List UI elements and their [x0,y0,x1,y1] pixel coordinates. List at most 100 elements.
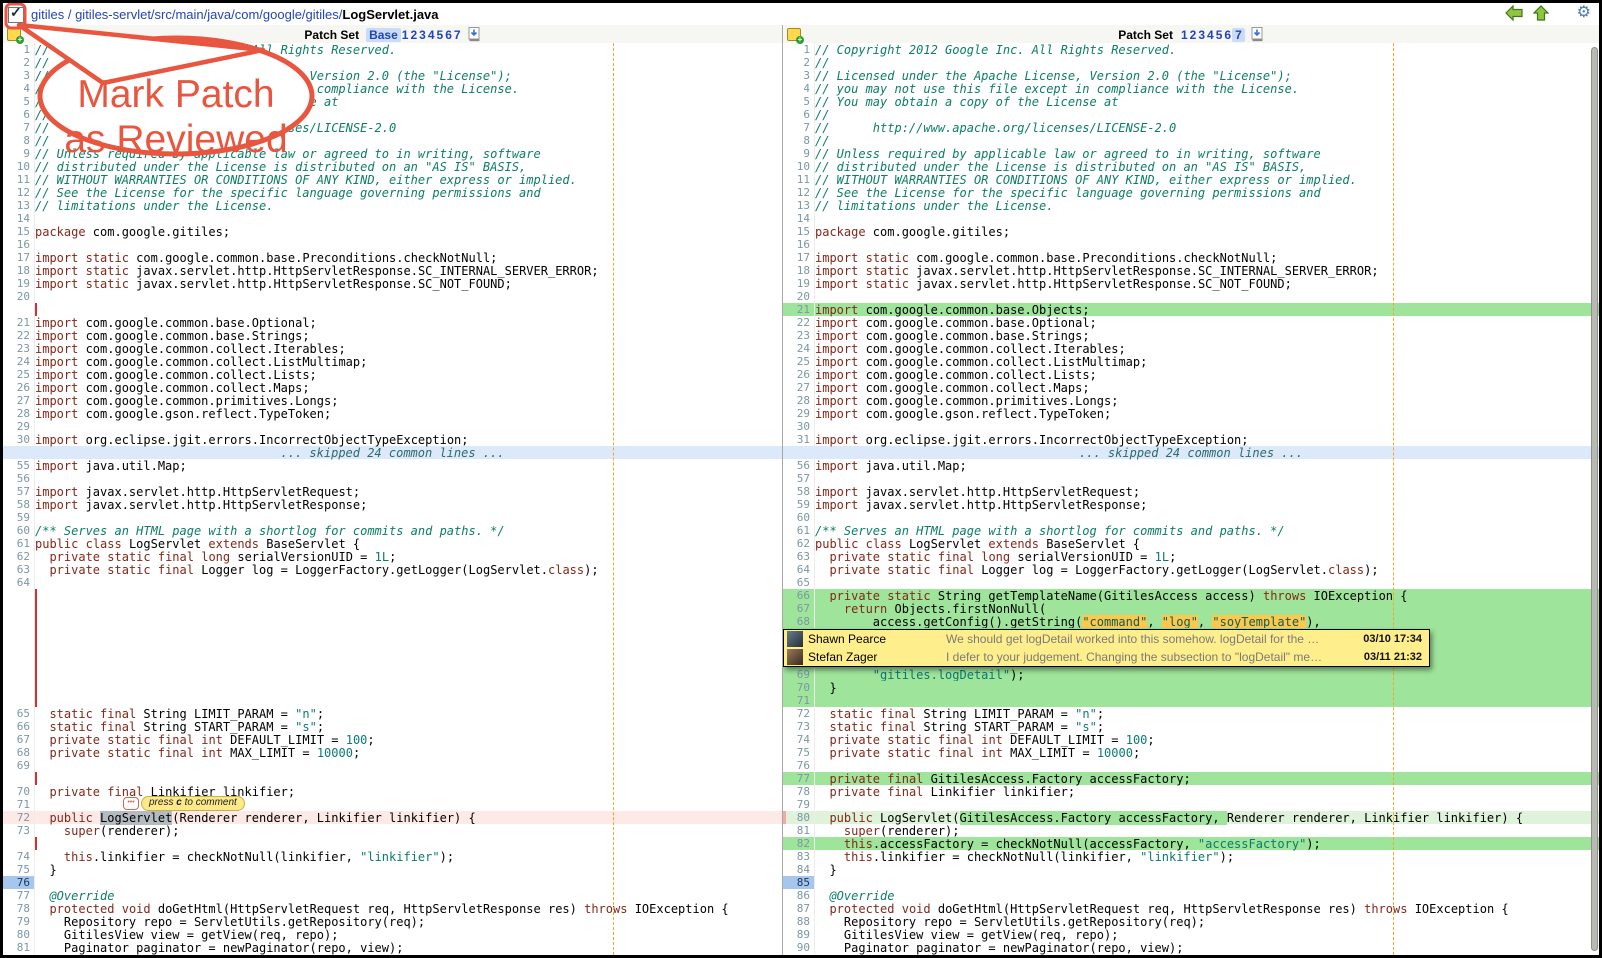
line-number[interactable]: 62 [783,537,815,550]
line-number[interactable]: 24 [783,342,815,355]
line-number[interactable]: 82 [783,837,815,850]
line-number[interactable]: 21 [3,316,35,329]
line-number[interactable]: 72 [3,811,35,824]
line-number[interactable]: 1 [3,43,35,56]
line-number[interactable]: 58 [783,485,815,498]
line-number[interactable]: 24 [3,355,35,368]
breadcrumb-path-link[interactable]: gitiles / gitiles-servlet/src/main/java/… [31,7,342,22]
line-number[interactable]: 7 [3,121,35,134]
patchset-link-3[interactable]: 3 [418,28,427,42]
line-number[interactable]: 26 [3,381,35,394]
add-file-comment-icon[interactable]: + [7,28,21,41]
line-number[interactable]: 28 [3,407,35,420]
line-number[interactable]: 62 [3,550,35,563]
line-number[interactable]: 11 [783,173,815,186]
line-number[interactable]: 11 [3,173,35,186]
line-number[interactable]: 59 [783,498,815,511]
line-number[interactable]: 67 [783,602,815,615]
line-number[interactable]: 56 [3,472,35,485]
line-number[interactable]: 65 [3,707,35,720]
patchset-link-2[interactable]: 2 [1189,28,1198,42]
scrollbar-thumb[interactable] [1591,47,1598,951]
line-number[interactable]: 5 [783,95,815,108]
line-number[interactable]: 8 [3,134,35,147]
line-number[interactable]: 69 [783,668,815,681]
line-number[interactable]: 67 [3,733,35,746]
up-to-change-arrow-icon[interactable] [1533,5,1549,21]
line-number[interactable]: 6 [783,108,815,121]
line-number[interactable]: 60 [3,524,35,537]
settings-gear-icon[interactable]: ⚙ [1577,5,1591,21]
line-number[interactable]: 83 [783,850,815,863]
skipped-lines-expander[interactable]: ... skipped 24 common lines ... [3,446,782,459]
line-number[interactable]: 55 [3,459,35,472]
line-number[interactable]: 78 [3,902,35,915]
line-number[interactable]: 13 [783,199,815,212]
line-number[interactable]: 73 [3,824,35,837]
line-number[interactable]: 4 [3,82,35,95]
line-number[interactable]: 80 [783,811,815,824]
line-number[interactable]: 28 [783,394,815,407]
line-number[interactable]: 16 [3,238,35,251]
line-number[interactable]: 81 [3,941,35,954]
comment-entry[interactable]: Shawn PearceWe should get logDetail work… [784,630,1429,648]
line-number[interactable]: 66 [783,589,815,602]
line-number[interactable]: 19 [3,277,35,290]
line-number[interactable]: 59 [3,511,35,524]
line-number[interactable]: 78 [783,785,815,798]
line-number[interactable]: 12 [3,186,35,199]
patchset-link-1[interactable]: 1 [1180,28,1189,42]
line-number[interactable]: 9 [3,147,35,160]
line-number[interactable]: 85 [783,876,815,889]
line-number[interactable]: 72 [783,707,815,720]
line-number[interactable]: 1 [783,43,815,56]
line-number[interactable]: 76 [783,759,815,772]
line-number[interactable]: 3 [3,69,35,82]
line-number[interactable]: 22 [3,329,35,342]
line-number[interactable]: 15 [783,225,815,238]
line-number[interactable]: 12 [783,186,815,199]
line-number[interactable]: 23 [3,342,35,355]
line-number[interactable]: 70 [783,681,815,694]
line-number[interactable]: 27 [3,394,35,407]
line-number[interactable]: 25 [3,368,35,381]
line-number[interactable]: 30 [783,420,815,433]
line-number[interactable]: 6 [3,108,35,121]
line-number[interactable]: 17 [783,251,815,264]
line-number[interactable]: 16 [783,238,815,251]
line-number[interactable]: 21 [783,303,815,316]
line-number[interactable]: 64 [783,563,815,576]
line-number[interactable]: 26 [783,368,815,381]
prev-file-arrow-icon[interactable] [1505,5,1523,21]
line-number[interactable]: 19 [783,277,815,290]
download-patch-icon[interactable] [1251,27,1264,42]
line-number[interactable]: 23 [783,329,815,342]
line-number[interactable]: 77 [3,889,35,902]
line-number[interactable]: 74 [783,733,815,746]
line-number[interactable]: 61 [783,524,815,537]
line-number[interactable]: 29 [3,420,35,433]
line-number[interactable]: 81 [783,824,815,837]
add-file-comment-icon[interactable]: + [787,28,801,41]
patchset-link-7[interactable]: 7 [453,28,462,42]
line-number[interactable]: 10 [783,160,815,173]
patchset-link-7[interactable]: 7 [1232,28,1245,42]
line-number[interactable]: 79 [3,915,35,928]
line-number[interactable]: 63 [3,563,35,576]
line-number[interactable]: 68 [783,615,815,628]
line-number[interactable]: 58 [3,498,35,511]
line-number[interactable]: 17 [3,251,35,264]
line-number[interactable]: 61 [3,537,35,550]
line-number[interactable]: 65 [783,576,815,589]
patchset-link-4[interactable]: 4 [1206,28,1215,42]
line-number[interactable]: 7 [783,121,815,134]
line-number[interactable]: 20 [783,290,815,303]
line-number[interactable]: 68 [3,746,35,759]
line-number[interactable]: 73 [783,720,815,733]
line-number[interactable]: 56 [783,459,815,472]
line-number[interactable]: 9 [783,147,815,160]
line-number[interactable]: 3 [783,69,815,82]
line-number[interactable]: 88 [783,915,815,928]
line-number[interactable]: 77 [783,772,815,785]
reviewed-checkbox[interactable]: ✓ [8,7,24,23]
